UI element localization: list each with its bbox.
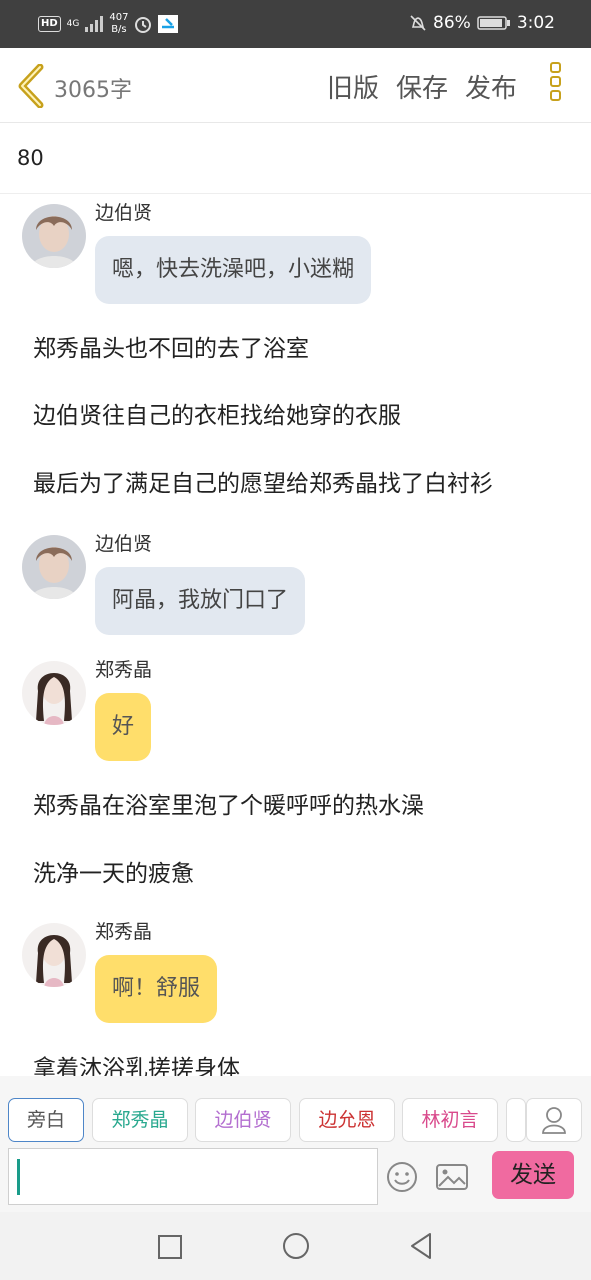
avatar [22, 923, 86, 987]
editor-header: 3065字 旧版 保存 发布 [0, 48, 591, 123]
chat-bubble[interactable]: 阿晶，我放门口了 [95, 567, 306, 635]
chat-bubble[interactable]: 嗯，快去洗澡吧，小迷糊 [95, 236, 372, 304]
character-chip-partial[interactable] [506, 1098, 526, 1142]
mute-bell-icon [410, 15, 426, 31]
sender-name: 郑秀晶 [95, 921, 153, 943]
avatar [22, 204, 86, 268]
narration-line[interactable]: 郑秀晶在浴室里泡了个暖呼呼的热水澡 [33, 786, 424, 820]
chat-bubble[interactable]: 好 [95, 693, 152, 761]
character-chip[interactable]: 林初言 [402, 1098, 498, 1142]
text-caret [17, 1159, 20, 1195]
narration-line[interactable]: 边伯贤往自己的衣柜找给她穿的衣服 [33, 396, 401, 430]
sender-name: 郑秀晶 [95, 659, 153, 681]
user-icon [542, 1107, 566, 1134]
narration-line[interactable]: 洗净一天的疲惫 [33, 854, 194, 888]
net-speed: 407 B/s [109, 12, 129, 35]
old-version-button[interactable]: 旧版 [327, 68, 379, 105]
recent-apps-icon[interactable] [158, 1235, 182, 1259]
back-triangle-icon[interactable] [409, 1232, 433, 1260]
character-chip[interactable]: 郑秀晶 [92, 1098, 188, 1142]
chat-bubble[interactable]: 啊！舒服 [95, 955, 218, 1023]
avatar [22, 661, 86, 725]
chapter-number: 80 [17, 146, 44, 170]
image-icon[interactable] [436, 1164, 468, 1190]
story-content[interactable]: 边伯贤 嗯，快去洗澡吧，小迷糊 郑秀晶头也不回的去了浴室 边伯贤往自己的衣柜找给… [0, 194, 591, 1076]
clock: 3:02 [516, 13, 555, 33]
sender-name: 边伯贤 [95, 202, 153, 224]
alarm-icon [135, 17, 152, 33]
add-character-button[interactable] [526, 1098, 582, 1142]
message-input[interactable] [8, 1148, 378, 1205]
character-chip-narrator[interactable]: 旁白 [8, 1098, 84, 1142]
character-chip[interactable]: 边允恩 [299, 1098, 395, 1142]
word-count: 3065字 [54, 78, 132, 103]
status-bar: HD 4G 407 B/s 86% 3:02 [0, 0, 591, 48]
app-notification-icon [158, 15, 179, 33]
battery-percent: 86% [433, 13, 471, 33]
character-chip[interactable]: 边伯贤 [195, 1098, 291, 1142]
system-nav-bar [0, 1212, 591, 1280]
emoji-icon[interactable] [386, 1161, 418, 1193]
signal-icon [85, 16, 104, 32]
avatar [22, 535, 86, 599]
sender-name: 边伯贤 [95, 533, 153, 555]
hd-badge: HD [38, 16, 61, 32]
send-button[interactable]: 发送 [492, 1151, 574, 1199]
home-icon[interactable] [283, 1233, 309, 1259]
battery-icon [477, 16, 510, 30]
more-menu-icon[interactable] [550, 62, 566, 110]
network-type: 4G [66, 19, 80, 29]
back-chevron-icon[interactable] [14, 64, 48, 108]
publish-button[interactable]: 发布 [465, 68, 517, 105]
narration-line[interactable]: 最后为了满足自己的愿望给郑秀晶找了白衬衫 [33, 464, 493, 498]
narration-line[interactable]: 郑秀晶头也不回的去了浴室 [33, 329, 309, 363]
narration-line[interactable]: 拿着沐浴乳搓搓身体 [33, 1049, 240, 1076]
save-button[interactable]: 保存 [396, 68, 448, 105]
composer-panel: 旁白 郑秀晶 边伯贤 边允恩 林初言 发送 [0, 1076, 591, 1212]
chapter-number-row[interactable]: 80 [0, 122, 591, 194]
